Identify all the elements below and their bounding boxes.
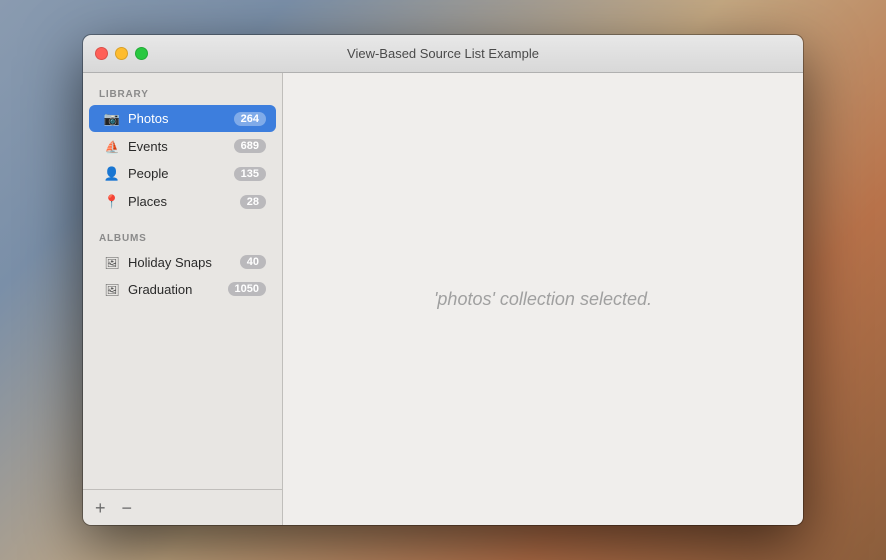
albums-section-header: ALBUMS	[83, 225, 282, 248]
people-label: People	[128, 166, 227, 181]
holiday-snaps-label: Holiday Snaps	[128, 255, 233, 270]
titlebar: View-Based Source List Example	[83, 35, 803, 73]
photos-icon	[103, 110, 121, 127]
places-badge: 28	[240, 195, 266, 209]
library-section-header: LIBRARY	[83, 81, 282, 104]
sidebar: LIBRARY Photos 264 Events 689 People	[83, 73, 283, 525]
photos-badge: 264	[234, 112, 266, 126]
sidebar-footer: + −	[83, 489, 282, 525]
events-label: Events	[128, 139, 227, 154]
people-icon	[103, 165, 121, 182]
sidebar-item-places[interactable]: Places 28	[89, 188, 276, 215]
holiday-snaps-badge: 40	[240, 255, 266, 269]
app-window: View-Based Source List Example LIBRARY P…	[83, 35, 803, 525]
events-badge: 689	[234, 139, 266, 153]
events-icon	[103, 138, 121, 154]
traffic-lights	[95, 47, 148, 60]
graduation-badge: 1050	[228, 282, 266, 296]
sidebar-item-people[interactable]: People 135	[89, 160, 276, 187]
remove-button[interactable]: −	[122, 499, 133, 517]
places-icon	[103, 193, 121, 210]
graduation-label: Graduation	[128, 282, 221, 297]
holiday-snaps-icon	[103, 254, 121, 270]
sidebar-item-photos[interactable]: Photos 264	[89, 105, 276, 132]
graduation-icon	[103, 281, 121, 297]
minimize-button[interactable]	[115, 47, 128, 60]
maximize-button[interactable]	[135, 47, 148, 60]
photos-label: Photos	[128, 111, 227, 126]
people-badge: 135	[234, 167, 266, 181]
window-title: View-Based Source List Example	[347, 46, 539, 61]
sidebar-item-graduation[interactable]: Graduation 1050	[89, 276, 276, 302]
add-button[interactable]: +	[95, 499, 106, 517]
main-content: 'photos' collection selected.	[283, 73, 803, 525]
sidebar-body: LIBRARY Photos 264 Events 689 People	[83, 73, 282, 489]
main-message: 'photos' collection selected.	[434, 289, 652, 310]
places-label: Places	[128, 194, 233, 209]
content-area: LIBRARY Photos 264 Events 689 People	[83, 73, 803, 525]
close-button[interactable]	[95, 47, 108, 60]
sidebar-item-holiday-snaps[interactable]: Holiday Snaps 40	[89, 249, 276, 275]
sidebar-item-events[interactable]: Events 689	[89, 133, 276, 159]
